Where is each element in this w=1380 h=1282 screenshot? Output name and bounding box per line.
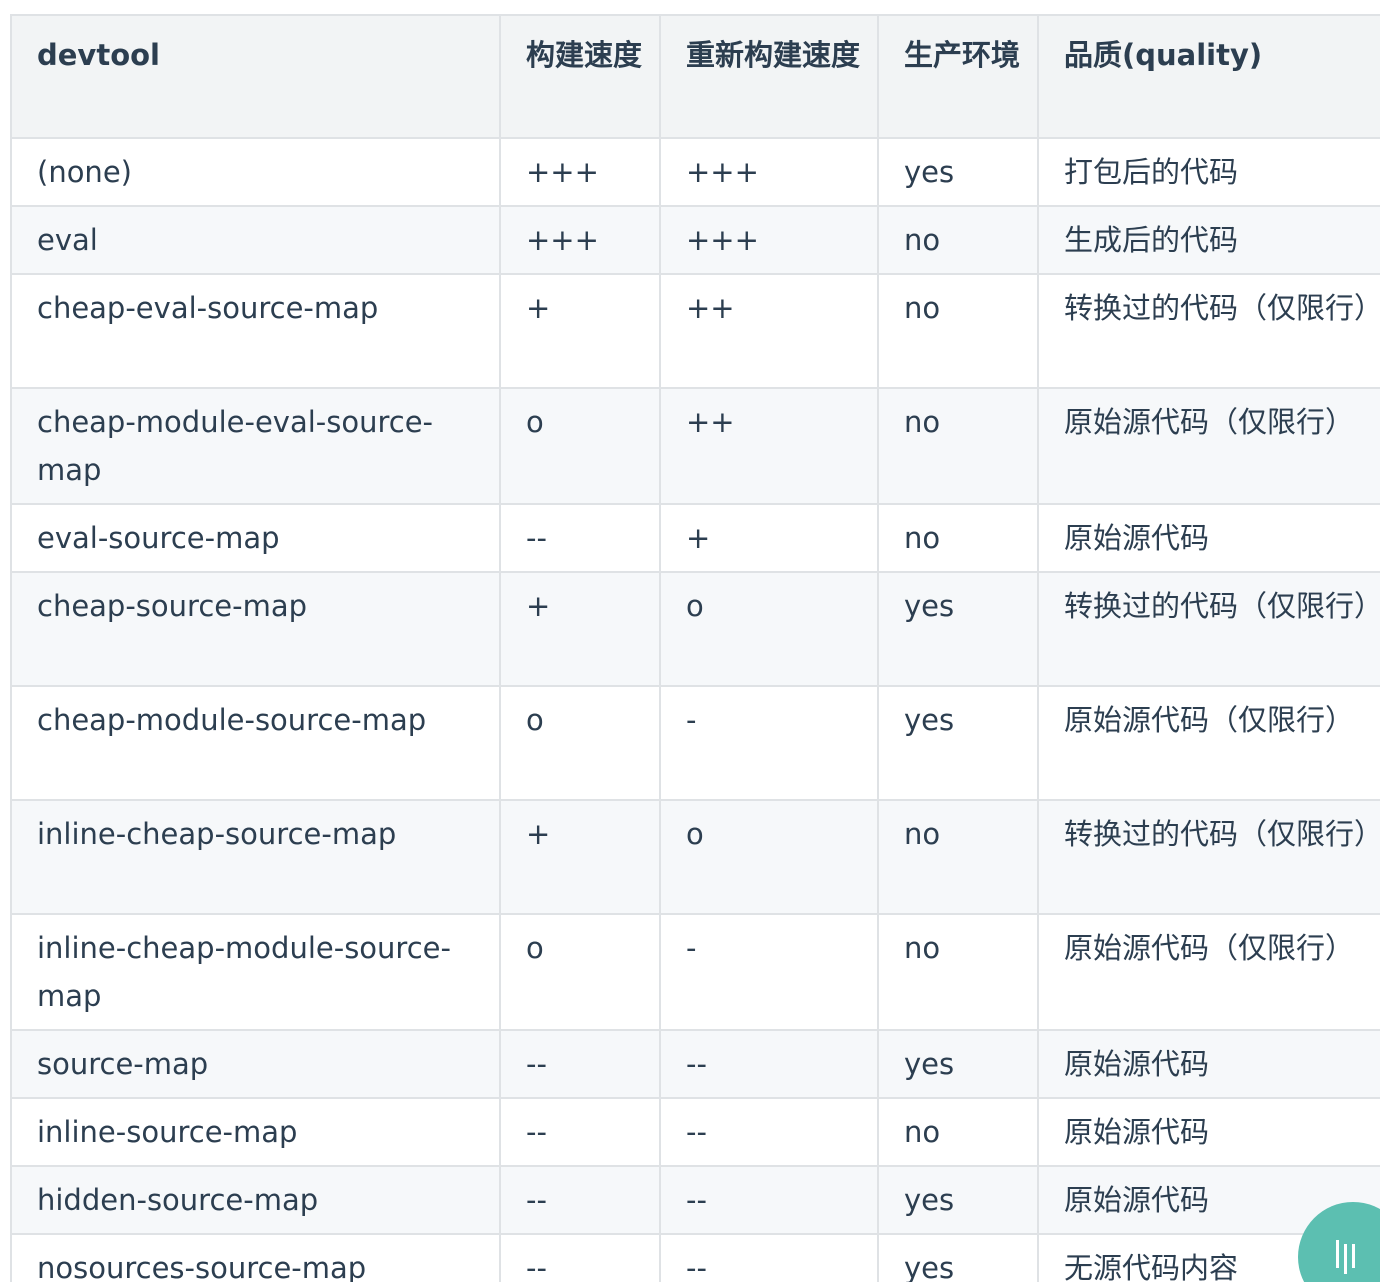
cell-quality: 生成后的代码 <box>1037 205 1380 275</box>
devtool-comparison-table: devtool 构建速度 重新构建速度 生产环境 品质(quality) (no… <box>10 14 1380 1282</box>
cell-rebuild: -- <box>659 1097 879 1167</box>
cell-devtool: cheap-source-map <box>10 571 501 687</box>
cell-devtool: eval-source-map <box>10 503 501 573</box>
cell-rebuild: -- <box>659 1029 879 1099</box>
cell-rebuild: - <box>659 913 879 1031</box>
table-row: inline-source-map -- -- no 原始源代码 <box>10 1097 1380 1167</box>
table-row: (none) +++ +++ yes 打包后的代码 <box>10 137 1380 207</box>
table-row: eval +++ +++ no 生成后的代码 <box>10 205 1380 275</box>
cell-rebuild: - <box>659 685 879 801</box>
cell-build: + <box>499 571 661 687</box>
cell-build: -- <box>499 1029 661 1099</box>
cell-production: yes <box>877 571 1039 687</box>
table-row: inline-cheap-source-map + o no 转换过的代码（仅限… <box>10 799 1380 915</box>
cell-rebuild: -- <box>659 1165 879 1235</box>
table-row: cheap-module-source-map o - yes 原始源代码（仅限… <box>10 685 1380 801</box>
cell-rebuild: ++ <box>659 387 879 505</box>
cell-production: yes <box>877 1165 1039 1235</box>
cell-production: yes <box>877 1233 1039 1282</box>
cell-production: yes <box>877 685 1039 801</box>
cell-production: no <box>877 205 1039 275</box>
cell-devtool: inline-source-map <box>10 1097 501 1167</box>
cell-build: + <box>499 799 661 915</box>
header-row: devtool 构建速度 重新构建速度 生产环境 品质(quality) <box>10 14 1380 139</box>
cell-build: + <box>499 273 661 389</box>
cell-rebuild: -- <box>659 1233 879 1282</box>
cell-quality: 转换过的代码（仅限行） <box>1037 799 1380 915</box>
cell-production: yes <box>877 137 1039 207</box>
cell-rebuild: +++ <box>659 137 879 207</box>
cell-production: no <box>877 273 1039 389</box>
cell-rebuild: + <box>659 503 879 573</box>
cell-build: -- <box>499 1165 661 1235</box>
cell-quality: 转换过的代码（仅限行） <box>1037 571 1380 687</box>
cell-devtool: eval <box>10 205 501 275</box>
cell-quality: 原始源代码（仅限行） <box>1037 685 1380 801</box>
cell-devtool: cheap-eval-source-map <box>10 273 501 389</box>
cell-devtool: hidden-source-map <box>10 1165 501 1235</box>
cell-build: +++ <box>499 137 661 207</box>
cell-production: yes <box>877 1029 1039 1099</box>
table-row: eval-source-map -- + no 原始源代码 <box>10 503 1380 573</box>
cell-quality: 打包后的代码 <box>1037 137 1380 207</box>
cell-rebuild: o <box>659 799 879 915</box>
cell-quality: 原始源代码 <box>1037 503 1380 573</box>
header-devtool: devtool <box>10 14 501 139</box>
table-row: cheap-source-map + o yes 转换过的代码（仅限行） <box>10 571 1380 687</box>
cell-build: o <box>499 913 661 1031</box>
header-production: 生产环境 <box>877 14 1039 139</box>
cell-devtool: source-map <box>10 1029 501 1099</box>
bars-icon <box>1336 1240 1355 1274</box>
header-build-speed: 构建速度 <box>499 14 661 139</box>
cell-devtool: nosources-source-map <box>10 1233 501 1282</box>
cell-build: o <box>499 387 661 505</box>
cell-production: no <box>877 387 1039 505</box>
cell-build: -- <box>499 1233 661 1282</box>
table-body: (none) +++ +++ yes 打包后的代码 eval +++ +++ n… <box>10 137 1380 1282</box>
cell-production: no <box>877 503 1039 573</box>
cell-rebuild: ++ <box>659 273 879 389</box>
header-quality: 品质(quality) <box>1037 14 1380 139</box>
cell-quality: 原始源代码 <box>1037 1097 1380 1167</box>
table-row: nosources-source-map -- -- yes 无源代码内容 <box>10 1233 1380 1282</box>
cell-devtool: cheap-module-source-map <box>10 685 501 801</box>
cell-production: no <box>877 913 1039 1031</box>
cell-devtool: (none) <box>10 137 501 207</box>
cell-devtool: cheap-module-eval-source-map <box>10 387 501 505</box>
cell-production: no <box>877 799 1039 915</box>
table-header: devtool 构建速度 重新构建速度 生产环境 品质(quality) <box>10 14 1380 139</box>
cell-build: o <box>499 685 661 801</box>
cell-quality: 原始源代码（仅限行） <box>1037 387 1380 505</box>
cell-rebuild: o <box>659 571 879 687</box>
cell-rebuild: +++ <box>659 205 879 275</box>
cell-quality: 转换过的代码（仅限行） <box>1037 273 1380 389</box>
table-row: inline-cheap-module-source-map o - no 原始… <box>10 913 1380 1031</box>
table-row: cheap-eval-source-map + ++ no 转换过的代码（仅限行… <box>10 273 1380 389</box>
cell-production: no <box>877 1097 1039 1167</box>
table-row: cheap-module-eval-source-map o ++ no 原始源… <box>10 387 1380 505</box>
cell-devtool: inline-cheap-module-source-map <box>10 913 501 1031</box>
table-row: source-map -- -- yes 原始源代码 <box>10 1029 1380 1099</box>
header-rebuild-speed: 重新构建速度 <box>659 14 879 139</box>
cell-build: -- <box>499 1097 661 1167</box>
table-row: hidden-source-map -- -- yes 原始源代码 <box>10 1165 1380 1235</box>
cell-devtool: inline-cheap-source-map <box>10 799 501 915</box>
cell-build: +++ <box>499 205 661 275</box>
cell-quality: 原始源代码 <box>1037 1029 1380 1099</box>
cell-quality: 原始源代码（仅限行） <box>1037 913 1380 1031</box>
cell-build: -- <box>499 503 661 573</box>
